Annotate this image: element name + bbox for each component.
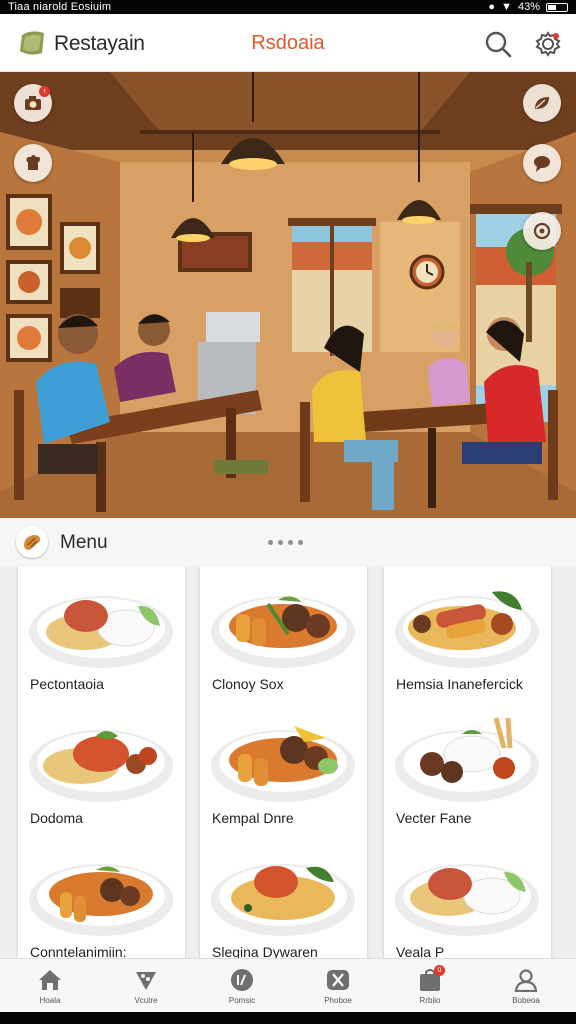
dish-image (395, 717, 539, 802)
nav-plate[interactable]: Pomsic (194, 959, 290, 1013)
page-indicator[interactable] (268, 540, 303, 545)
gear-icon (535, 31, 561, 57)
page-dot (288, 540, 293, 545)
utensils-icon (327, 970, 349, 990)
page-dot (268, 540, 273, 545)
status-text: Tiaa niarold Eosiuim (8, 1, 112, 13)
dish-image (29, 864, 173, 936)
battery-icon (546, 2, 568, 12)
battery-percent: 43% (517, 1, 540, 13)
menu-item[interactable]: Clonoy Sox (200, 566, 367, 700)
chef-hat-icon (26, 155, 40, 170)
dish-name: Pectontaoia (30, 676, 104, 692)
dish-image (211, 864, 355, 936)
nav-label: Rrbiio (419, 996, 441, 1005)
home-icon (39, 970, 61, 990)
cart-badge: 0 (434, 965, 445, 976)
camera-badge: r (39, 86, 50, 97)
nav-pizza[interactable]: Vcutre (98, 959, 194, 1013)
nfc-icon: ● (488, 1, 496, 13)
menu-section: Menu Pectontaoia Dodoma Conntelanimiin: … (0, 518, 576, 958)
bread-icon (24, 535, 41, 550)
menu-item[interactable]: Veala P (384, 834, 551, 958)
leaf-button[interactable] (523, 84, 561, 122)
dish-name: Clonoy Sox (212, 676, 284, 692)
plate-icon (231, 969, 253, 991)
restaurant-hero-image: r (0, 72, 576, 518)
nav-label: Pomsic (228, 996, 256, 1005)
menu-item[interactable]: Pectontaoia (18, 566, 185, 700)
dish-image (29, 730, 173, 802)
dish-name: Conntelanimiin: (30, 944, 127, 958)
pizza-icon (136, 972, 156, 990)
menu-category-button[interactable] (16, 526, 48, 558)
menu-item[interactable]: Kempal Dnre (200, 700, 367, 834)
nav-bag[interactable]: 0 Rrbiio (382, 959, 478, 1013)
menu-card-column: Hemsia Inanefercick Vecter Fane Veala P (384, 566, 551, 958)
menu-item[interactable]: Conntelanimiin: (18, 834, 185, 958)
location-button[interactable] (523, 212, 561, 250)
dish-name: Veala P (396, 944, 445, 958)
dish-image (395, 591, 539, 668)
search-button[interactable] (482, 28, 514, 60)
app-screen: Tiaa niarold Eosiuim ● ▼ 43% Restayain R… (0, 0, 576, 1024)
app-header: Restayain Rsdoaia (0, 14, 576, 72)
status-bar: Tiaa niarold Eosiuim ● ▼ 43% (0, 0, 576, 14)
dish-name: Hemsia Inanefercick (396, 676, 523, 692)
menu-item[interactable]: Slegina Dywaren (200, 834, 367, 958)
nav-label: Hoala (39, 996, 61, 1005)
bottom-navigation: Hoala Vcutre Pomsic Phoboe 0 Rrbiio Bobe… (0, 958, 576, 1012)
menu-card-column: Pectontaoia Dodoma Conntelanimiin: (18, 566, 185, 958)
location-icon (533, 222, 551, 240)
menu-card-column: Clonoy Sox Kempal Dnre Slegina Dywaren (200, 566, 367, 958)
system-navigation-bar (0, 1012, 576, 1024)
dish-image (211, 596, 355, 668)
settings-button[interactable] (532, 28, 564, 60)
leaf-icon (535, 97, 549, 109)
nav-label: Vcutre (134, 996, 158, 1005)
nav-utensils[interactable]: Phoboe (290, 959, 386, 1013)
page-dot (278, 540, 283, 545)
dish-image (395, 864, 539, 936)
restaurant-illustration (0, 72, 576, 518)
dish-name: Kempal Dnre (212, 810, 294, 826)
dish-image (29, 596, 173, 668)
wifi-icon: ▼ (501, 1, 512, 13)
menu-item[interactable]: Vecter Fane (384, 700, 551, 834)
chat-button[interactable] (523, 144, 561, 182)
dish-image (211, 726, 355, 802)
status-icons: ● ▼ 43% (488, 0, 568, 14)
menu-item[interactable]: Dodoma (18, 700, 185, 834)
nav-profile[interactable]: Bobeoa (478, 959, 574, 1013)
dish-name: Slegina Dywaren (212, 944, 318, 958)
profile-icon (514, 969, 538, 992)
nav-home[interactable]: Hoala (2, 959, 98, 1013)
chef-button[interactable] (14, 144, 52, 182)
chat-bubble-icon (534, 156, 550, 172)
menu-item[interactable]: Hemsia Inanefercick (384, 566, 551, 700)
menu-title: Menu (60, 532, 108, 553)
menu-header: Menu (0, 518, 576, 566)
nav-label: Bobeoa (512, 996, 540, 1005)
menu-grid: Pectontaoia Dodoma Conntelanimiin: Clono… (18, 566, 558, 958)
nav-label: Phoboe (324, 996, 352, 1005)
camera-button[interactable]: r (14, 84, 52, 122)
dish-name: Vecter Fane (396, 810, 472, 826)
dish-name: Dodoma (30, 810, 83, 826)
page-dot (298, 540, 303, 545)
search-icon (485, 31, 512, 58)
